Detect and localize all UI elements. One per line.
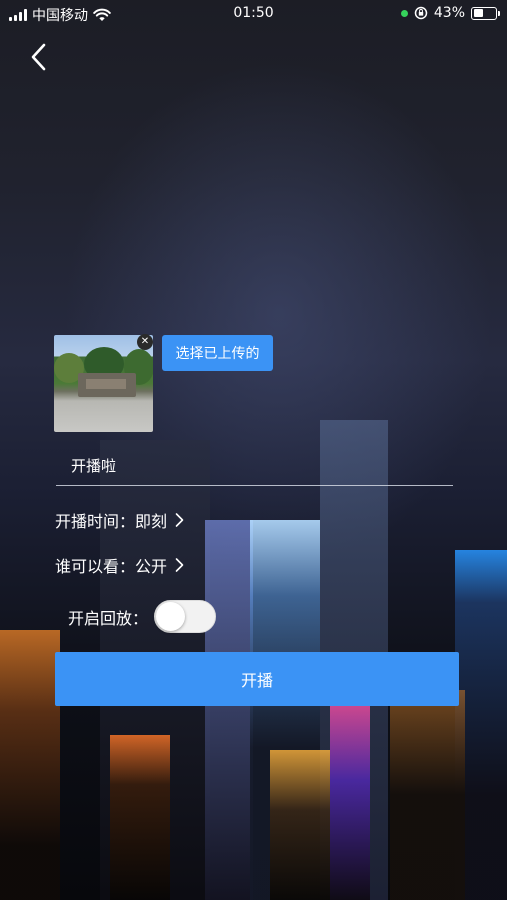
choose-uploaded-button[interactable]: 选择已上传的 bbox=[162, 335, 273, 371]
mic-in-use-indicator bbox=[400, 9, 408, 17]
start-live-button[interactable]: 开播 bbox=[55, 652, 459, 706]
replay-option: 开启回放： bbox=[68, 600, 217, 633]
audience-label: 谁可以看：公开 bbox=[55, 557, 168, 576]
start-time-label: 开播时间：即刻 bbox=[55, 512, 168, 531]
rotation-lock-icon bbox=[414, 6, 428, 20]
chevron-right-icon bbox=[175, 558, 184, 572]
battery-icon bbox=[471, 6, 500, 20]
battery-percent: 43% bbox=[433, 5, 465, 21]
replay-label: 开启回放： bbox=[68, 608, 149, 628]
toggle-knob bbox=[156, 602, 186, 631]
cover-image[interactable] bbox=[54, 335, 153, 432]
close-icon: ✕ bbox=[140, 336, 150, 347]
status-bar: 中国移动 01:50 43% bbox=[0, 0, 507, 28]
start-time-option[interactable]: 开播时间：即刻 bbox=[55, 508, 184, 532]
audience-option[interactable]: 谁可以看：公开 bbox=[55, 553, 184, 577]
chevron-left-icon bbox=[31, 43, 46, 71]
remove-cover-button[interactable]: ✕ bbox=[137, 334, 153, 350]
back-button[interactable] bbox=[24, 40, 54, 74]
chevron-right-icon bbox=[175, 513, 184, 527]
live-title-input[interactable] bbox=[56, 446, 453, 486]
replay-toggle[interactable] bbox=[154, 600, 217, 633]
